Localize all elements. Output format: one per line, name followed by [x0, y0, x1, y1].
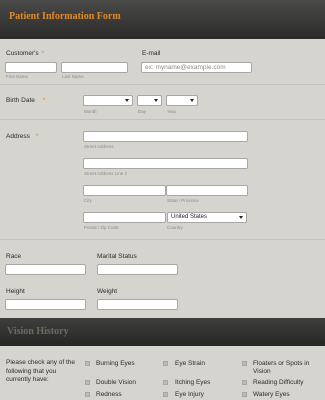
- vision-history-title: Vision History: [7, 326, 69, 337]
- watery-eyes-label: Watery Eyes: [253, 391, 290, 398]
- birth-date-label: Birth Date *: [6, 97, 45, 104]
- first-name-sublabel: First Name: [6, 74, 29, 79]
- city-sublabel: City: [84, 198, 92, 203]
- country-select[interactable]: United States: [167, 212, 247, 223]
- email-label: E-mail: [142, 50, 161, 57]
- eye-injury-checkbox[interactable]: [163, 392, 168, 397]
- burning-eyes-checkbox[interactable]: [85, 361, 90, 366]
- double-vision-checkbox[interactable]: [85, 380, 90, 385]
- required-mark: *: [41, 50, 45, 57]
- year-sublabel: Year: [167, 109, 177, 114]
- chevron-down-icon: [125, 99, 129, 102]
- itching-eyes-label: Itching Eyes: [175, 379, 211, 386]
- state-input[interactable]: [166, 185, 248, 196]
- divider: [0, 239, 325, 240]
- birth-date-label-text: Birth Date: [6, 97, 35, 104]
- street-address-sublabel: Street Address: [84, 144, 114, 149]
- form-title: Patient Information Form: [9, 11, 121, 22]
- weight-label: Weight: [97, 288, 118, 295]
- postal-code-input[interactable]: [83, 212, 166, 223]
- height-label: Height: [6, 288, 25, 295]
- floaters-checkbox[interactable]: [242, 361, 247, 366]
- vision-history-header: Vision History: [0, 318, 325, 346]
- address-label: Address *: [6, 133, 38, 140]
- postal-code-sublabel: Postal / Zip Code: [84, 225, 119, 230]
- marital-status-label: Marital Status: [97, 253, 137, 260]
- last-name-sublabel: Last Name: [62, 74, 84, 79]
- burning-eyes-label: Burning Eyes: [96, 360, 135, 367]
- form-header: Patient Information Form: [0, 0, 325, 39]
- month-sublabel: Month: [84, 109, 97, 114]
- weight-input[interactable]: [97, 299, 178, 310]
- first-name-input[interactable]: [5, 62, 57, 73]
- eye-strain-checkbox[interactable]: [163, 361, 168, 366]
- double-vision-label: Double Vision: [96, 379, 136, 386]
- street-address-input[interactable]: [83, 131, 248, 142]
- redness-checkbox[interactable]: [85, 392, 90, 397]
- itching-eyes-checkbox[interactable]: [163, 380, 168, 385]
- last-name-input[interactable]: [61, 62, 128, 73]
- state-sublabel: State / Province: [167, 198, 199, 203]
- required-mark: *: [35, 133, 39, 140]
- vision-question: Please check any of the following that y…: [6, 359, 76, 383]
- street-address-line2-sublabel: Street Address Line 2: [84, 171, 128, 176]
- street-address-line2-input[interactable]: [83, 158, 248, 169]
- marital-status-input[interactable]: [97, 264, 178, 275]
- eye-strain-label: Eye Strain: [175, 360, 205, 367]
- required-mark: *: [42, 97, 46, 104]
- email-input[interactable]: [141, 62, 252, 73]
- eye-injury-label: Eye Injury: [175, 391, 204, 398]
- divider: [0, 84, 325, 85]
- customer-label-text: Customer's: [6, 50, 39, 57]
- race-input[interactable]: [5, 264, 86, 275]
- customer-label: Customer's *: [6, 50, 44, 57]
- city-input[interactable]: [83, 185, 166, 196]
- race-label: Race: [6, 253, 22, 260]
- watery-eyes-checkbox[interactable]: [242, 392, 247, 397]
- address-label-text: Address: [6, 133, 30, 140]
- birth-year-select[interactable]: [166, 95, 198, 106]
- chevron-down-icon: [239, 216, 243, 219]
- height-input[interactable]: [5, 299, 86, 310]
- reading-difficulty-checkbox[interactable]: [242, 380, 247, 385]
- reading-difficulty-label: Reading Difficulty: [253, 379, 304, 386]
- divider: [0, 119, 325, 120]
- birth-day-select[interactable]: [137, 95, 162, 106]
- country-value: United States: [171, 214, 208, 220]
- chevron-down-icon: [190, 99, 194, 102]
- redness-label: Redness: [96, 391, 122, 398]
- floaters-label: Floaters or Spots in Vision: [253, 360, 310, 375]
- country-sublabel: Country: [167, 225, 183, 230]
- chevron-down-icon: [154, 99, 158, 102]
- birth-month-select[interactable]: [83, 95, 133, 106]
- day-sublabel: Day: [138, 109, 147, 114]
